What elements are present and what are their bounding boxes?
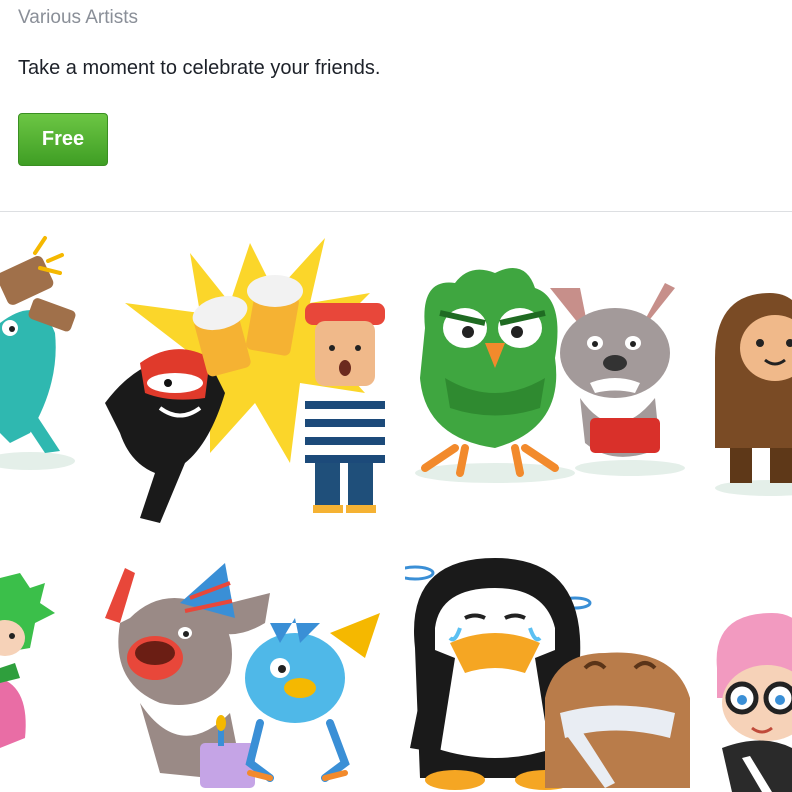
party-bulldog-bird-illustration <box>105 563 380 788</box>
green-hair-creature-illustration <box>0 573 55 748</box>
owl-bulldog-illustration <box>415 268 685 483</box>
sticker-crying-penguin[interactable] <box>405 548 700 792</box>
divider <box>0 211 792 212</box>
sticker-hairy-creature[interactable] <box>710 288 792 498</box>
sticker-pink-hair-kid[interactable] <box>712 608 792 792</box>
sticker-party-bulldog-bird[interactable] <box>100 563 390 792</box>
crying-penguin-illustration <box>405 558 690 790</box>
sticker-toasting-beers[interactable] <box>100 233 390 523</box>
sticker-pack-header: Various Artists Take a moment to celebra… <box>0 0 792 212</box>
teal-creature-illustration <box>0 236 76 470</box>
pink-hair-kid-illustration <box>716 613 792 792</box>
toasting-beers-illustration <box>105 238 385 523</box>
free-button[interactable]: Free <box>18 113 108 166</box>
sticker-owl-and-bulldog[interactable] <box>405 258 695 488</box>
sticker-green-hair-creature[interactable] <box>0 568 60 792</box>
sticker-grid <box>0 213 792 792</box>
pack-description: Take a moment to celebrate your friends. <box>18 57 381 79</box>
artist-name: Various Artists <box>18 7 139 28</box>
sticker-teal-creature[interactable] <box>0 233 90 483</box>
hairy-creature-illustration <box>715 293 792 496</box>
